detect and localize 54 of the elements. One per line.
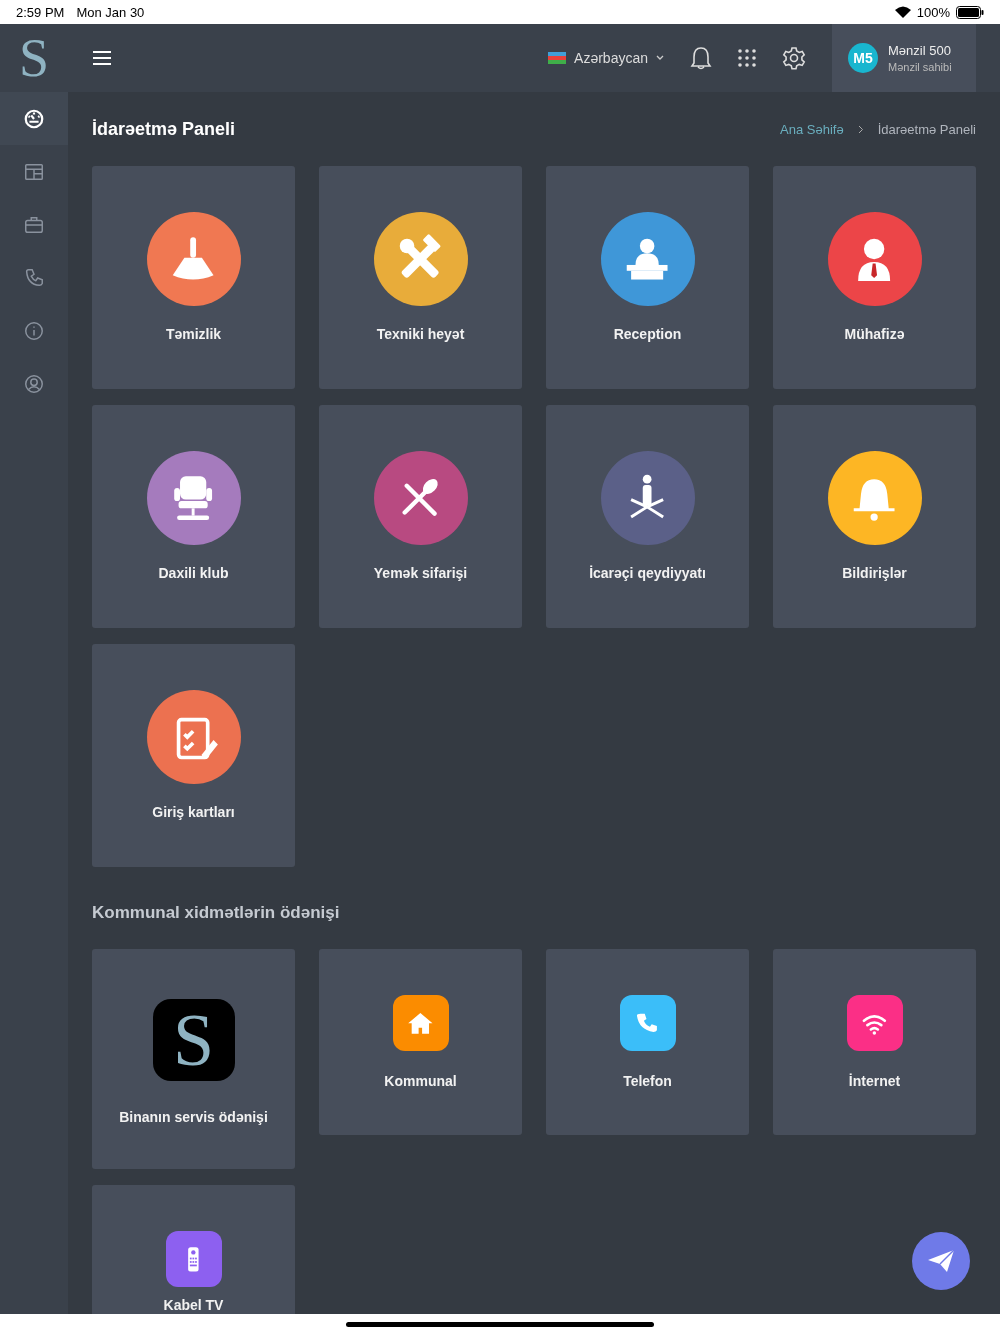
- send-icon: [927, 1249, 955, 1273]
- service-card[interactable]: Yemək sifarişi: [319, 405, 522, 628]
- battery-percent: 100%: [916, 4, 950, 20]
- payment-label: Telefon: [623, 1073, 672, 1089]
- service-card[interactable]: Giriş kartları: [92, 644, 295, 867]
- language-dropdown[interactable]: Azərbaycan: [548, 50, 664, 66]
- user-role: Mənzil sahibi: [888, 61, 952, 73]
- wifi-icon: [894, 6, 911, 18]
- user-avatar: M5: [848, 43, 878, 73]
- logo[interactable]: S: [18, 24, 49, 92]
- payment-card[interactable]: İnternet: [773, 949, 976, 1135]
- status-date: Mon Jan 30: [76, 4, 145, 20]
- battery-icon: [956, 5, 984, 19]
- service-label: Giriş kartları: [152, 804, 235, 820]
- breadcrumb-link[interactable]: Ana Səhifə: [780, 121, 844, 137]
- payment-label: Binanın servis ödənişi: [119, 1109, 268, 1125]
- apps-grid-icon[interactable]: [738, 49, 756, 67]
- breadcrumb-link[interactable]: İdarəetmə Paneli: [877, 121, 976, 137]
- service-label: Reception: [613, 326, 682, 342]
- settings-icon[interactable]: [782, 46, 806, 70]
- service-label: Texniki heyət: [376, 326, 465, 342]
- payment-label: Kommunal: [384, 1073, 457, 1089]
- service-card[interactable]: Daxili klub: [92, 405, 295, 628]
- payment-label: İnternet: [848, 1073, 901, 1089]
- payment-card[interactable]: Kabel TV: [92, 1185, 295, 1314]
- payment-card[interactable]: S Binanın servis ödənişi: [92, 949, 295, 1169]
- payment-card[interactable]: Telefon: [546, 949, 749, 1135]
- service-label: Yemək sifarişi: [373, 565, 468, 581]
- caret-icon: [656, 55, 664, 61]
- send-button[interactable]: [912, 1232, 970, 1290]
- menu-icon[interactable]: [92, 50, 112, 66]
- status-time: 2:59 PM: [16, 4, 65, 20]
- payment-label: Kabel TV: [163, 1297, 224, 1313]
- service-card[interactable]: Texniki heyət: [319, 166, 522, 389]
- service-label: Mühafizə: [844, 326, 905, 342]
- dashboard-icon[interactable]: [0, 92, 68, 145]
- page-title: İdarəetmə Paneli: [92, 118, 237, 140]
- service-card[interactable]: Reception: [546, 166, 749, 389]
- user-name: Mənzil 500: [888, 43, 952, 58]
- service-label: Daxili klub: [158, 565, 229, 581]
- flag-icon: [548, 52, 567, 64]
- logo: S: [152, 999, 235, 1081]
- section-title: Kommunal xidmətlərin ödənişi: [92, 902, 341, 924]
- service-card[interactable]: İcarəçi qeydiyyatı: [546, 405, 749, 628]
- service-card[interactable]: Bildirişlər: [773, 405, 976, 628]
- user-panel[interactable]: M5 Mənzil 500 Mənzil sahibi: [832, 24, 976, 92]
- payment-card[interactable]: Kommunal: [319, 949, 522, 1135]
- chevron-icon: [857, 124, 864, 134]
- service-label: Təmizlik: [165, 326, 222, 342]
- service-label: İcarəçi qeydiyyatı: [589, 565, 706, 581]
- service-card[interactable]: Təmizlik: [92, 166, 295, 389]
- bell-icon[interactable]: [690, 46, 712, 70]
- service-label: Bildirişlər: [842, 565, 907, 581]
- service-card[interactable]: Mühafizə: [773, 166, 976, 389]
